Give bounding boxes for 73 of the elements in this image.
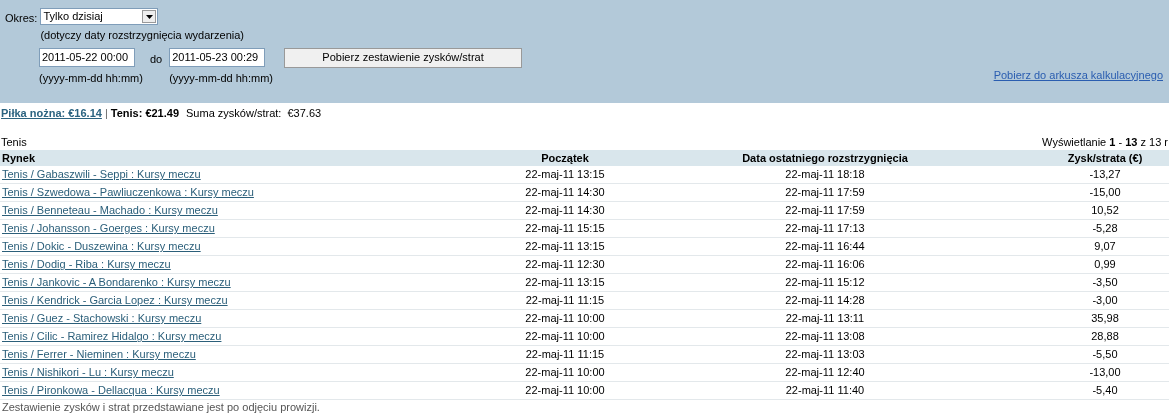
- separator: |: [104, 106, 108, 121]
- table-cell-text: -5,40: [1091, 383, 1119, 399]
- market-link[interactable]: Tenis / Gabaszwili - Seppi : Kursy meczu: [0, 166, 201, 183]
- period-note: (dotyczy daty rozstrzygnięcia wydarzenia): [40, 28, 244, 43]
- market-link[interactable]: Tenis / Ferrer - Nieminen : Kursy meczu: [0, 346, 196, 363]
- table-cell-text: 22-maj-11 11:15: [524, 347, 606, 363]
- table-cell-text: 22-maj-11 10:00: [524, 365, 606, 381]
- table-cell-text: 22-maj-11 16:06: [784, 257, 866, 273]
- table-cell-text: 10,52: [1090, 203, 1120, 219]
- table-cell-text: 22-maj-11 14:28: [784, 293, 866, 309]
- section-title: Tenis: [1, 134, 27, 150]
- table-cell-text: 22-maj-11 12:30: [524, 257, 606, 273]
- table-cell-text: -13,27: [1088, 167, 1122, 183]
- table-cell-text: 22-maj-11 11:40: [784, 383, 866, 399]
- market-link[interactable]: Tenis / Dokic - Duszewina : Kursy meczu: [0, 238, 201, 255]
- table-cell-text: 22-maj-11 15:12: [784, 275, 866, 291]
- table-cell-text: 22-maj-11 18:18: [784, 167, 866, 183]
- column-header: Data ostatniego rozstrzygnięcia: [741, 151, 909, 166]
- table-cell-text: 22-maj-11 12:40: [784, 365, 866, 381]
- table-cell-text: 22-maj-11 13:08: [784, 329, 866, 345]
- table-cell-text: -15,00: [1088, 185, 1122, 201]
- table-cell-text: 22-maj-11 17:59: [784, 185, 866, 201]
- date-field[interactable]: 2011-05-23 00:29: [169, 47, 266, 67]
- market-link[interactable]: Tenis / Johansson - Goerges : Kursy meczu: [0, 220, 215, 237]
- period-select[interactable]: Tylko dzisiaj: [40, 8, 159, 25]
- table-cell-text: 22-maj-11 13:15: [524, 239, 606, 255]
- table-cell-text: 22-maj-11 13:11: [784, 311, 866, 327]
- period-label: Okres:: [5, 11, 38, 26]
- column-header: Początek: [540, 151, 590, 166]
- table-cell-text: 22-maj-11 13:03: [784, 347, 866, 363]
- table-cell-text: 22-maj-11 16:44: [784, 239, 866, 255]
- paging-info: Wyświetlanie 1 - 13 z 13 r: [1042, 134, 1168, 150]
- table-cell-text: 22-maj-11 14:30: [524, 203, 606, 219]
- market-link[interactable]: Tenis / Pironkowa - Dellacqua : Kursy meczu: [0, 382, 220, 399]
- range-separator: do: [149, 51, 163, 67]
- grand-total: Suma zysków/strat: €37.63: [186, 106, 322, 121]
- market-link[interactable]: Tenis / Benneteau - Machado : Kursy meczu: [0, 202, 218, 219]
- table-cell-text: 22-maj-11 10:00: [524, 383, 606, 399]
- table-cell-text: 22-maj-11 10:00: [524, 329, 606, 345]
- table-cell-text: -5,28: [1091, 221, 1119, 237]
- table-cell-text: 22-maj-11 14:30: [524, 185, 606, 201]
- football-total-link[interactable]: Piłka nożna: €16.14: [1, 105, 102, 122]
- market-link[interactable]: Tenis / Cilic - Ramirez Hidalgo : Kursy meczu: [0, 328, 222, 345]
- table-cell-text: 22-maj-11 17:59: [784, 203, 866, 219]
- export-link[interactable]: Pobierz do arkusza kalkulacyjnego: [993, 66, 1163, 83]
- table-cell-text: -13,00: [1088, 365, 1122, 381]
- table-cell-text: -5,50: [1091, 347, 1119, 363]
- market-link[interactable]: Tenis / Dodig - Riba : Kursy meczu: [0, 256, 171, 273]
- footer-note: Zestawienie zysków i strat przedstawiane jest po odjęciu prowizji.: [2, 401, 320, 413]
- table-cell-text: 22-maj-11 11:15: [524, 293, 606, 309]
- table-cell-text: 22-maj-11 17:13: [784, 221, 866, 237]
- table-cell-text: 22-maj-11 13:15: [524, 275, 606, 291]
- market-link[interactable]: Tenis / Guez - Stachowski : Kursy meczu: [0, 310, 202, 327]
- table-cell-text: 0,99: [1093, 257, 1117, 273]
- market-link[interactable]: Tenis / Jankovic - A Bondarenko : Kursy meczu: [0, 274, 231, 291]
- tennis-total: Tenis: €21.49: [110, 106, 180, 121]
- table-cell-text: 22-maj-11 10:00: [524, 311, 606, 327]
- date-format-hint: (yyyy-mm-dd hh:mm): [39, 70, 143, 86]
- table-cell-text: 22-maj-11 15:15: [524, 221, 606, 237]
- table-cell-text: -3,00: [1091, 293, 1119, 309]
- date-field[interactable]: 2011-05-22 00:00: [39, 47, 135, 67]
- table-cell-text: 22-maj-11 13:15: [524, 167, 606, 183]
- table-cell-text: 28,88: [1090, 329, 1120, 345]
- column-header: Zysk/strata (€): [1066, 151, 1144, 166]
- submit-button[interactable]: Pobierz zestawienie zysków/strat: [284, 47, 523, 68]
- market-link[interactable]: Tenis / Szwedowa - Pawliuczenkowa : Kursy meczu: [0, 184, 254, 201]
- market-link[interactable]: Tenis / Nishikori - Lu : Kursy meczu: [0, 364, 174, 381]
- table-cell-text: 35,98: [1090, 311, 1120, 327]
- date-format-hint: (yyyy-mm-dd hh:mm): [169, 70, 274, 86]
- column-header: Rynek: [1, 151, 37, 166]
- table-cell-text: -3,50: [1091, 275, 1119, 291]
- market-link[interactable]: Tenis / Kendrick - Garcia Lopez : Kursy meczu: [0, 292, 228, 309]
- table-cell-text: 9,07: [1093, 239, 1117, 255]
